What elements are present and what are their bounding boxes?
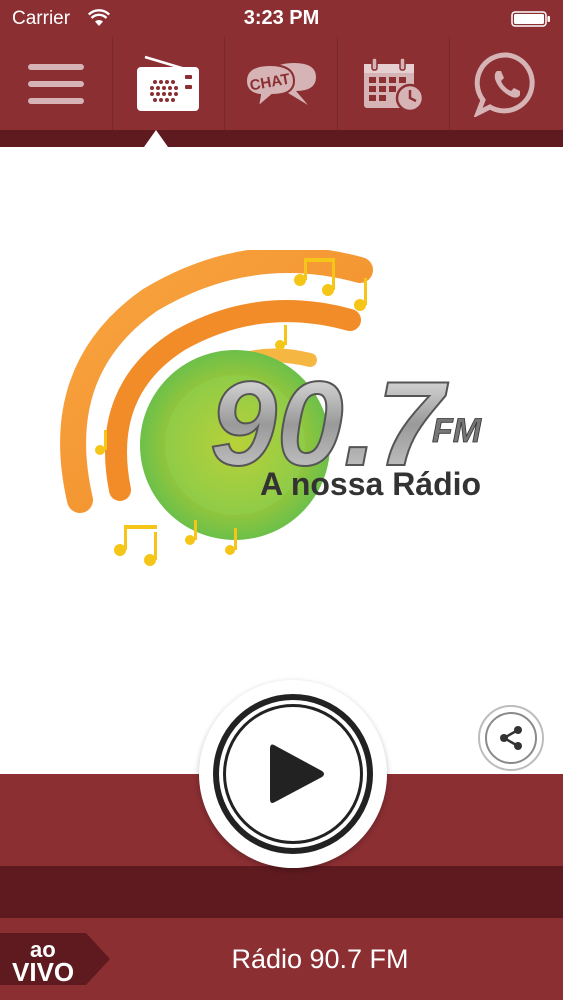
whatsapp-button[interactable] xyxy=(450,37,563,130)
share-button-ring xyxy=(485,712,537,764)
logo-artwork: 90.7 FM A nossa Rádio xyxy=(60,247,482,566)
menu-button[interactable] xyxy=(0,37,113,130)
nav-underline xyxy=(0,130,563,147)
top-nav: CHAT xyxy=(0,37,563,130)
menu-icon xyxy=(27,63,84,104)
whatsapp-icon xyxy=(473,51,535,117)
clock: 3:23 PM xyxy=(243,7,320,29)
tab-radio[interactable] xyxy=(113,37,226,130)
tab-schedule[interactable] xyxy=(338,37,451,130)
radio-icon xyxy=(137,55,200,111)
play-button-frame xyxy=(199,680,387,868)
tab-chat[interactable]: CHAT xyxy=(225,37,338,130)
play-button-inner-ring xyxy=(223,704,363,844)
player-strip xyxy=(0,866,563,918)
calendar-clock-icon xyxy=(363,56,424,112)
station-logo: 90.7 FM A nossa Rádio xyxy=(60,247,510,580)
chat-icon: CHAT xyxy=(244,62,316,110)
share-button[interactable] xyxy=(478,705,544,771)
station-name: Rádio 90.7 FM xyxy=(231,944,409,974)
live-label-line2: VIVO xyxy=(12,957,75,987)
battery-icon xyxy=(511,11,551,32)
logo-band: FM xyxy=(432,412,482,450)
active-tab-indicator xyxy=(144,130,168,147)
share-icon xyxy=(500,726,522,750)
play-button[interactable] xyxy=(213,694,373,854)
status-bar: Carrier 3:23 PM xyxy=(0,0,563,37)
logo-slogan: A nossa Rádio xyxy=(260,466,481,502)
